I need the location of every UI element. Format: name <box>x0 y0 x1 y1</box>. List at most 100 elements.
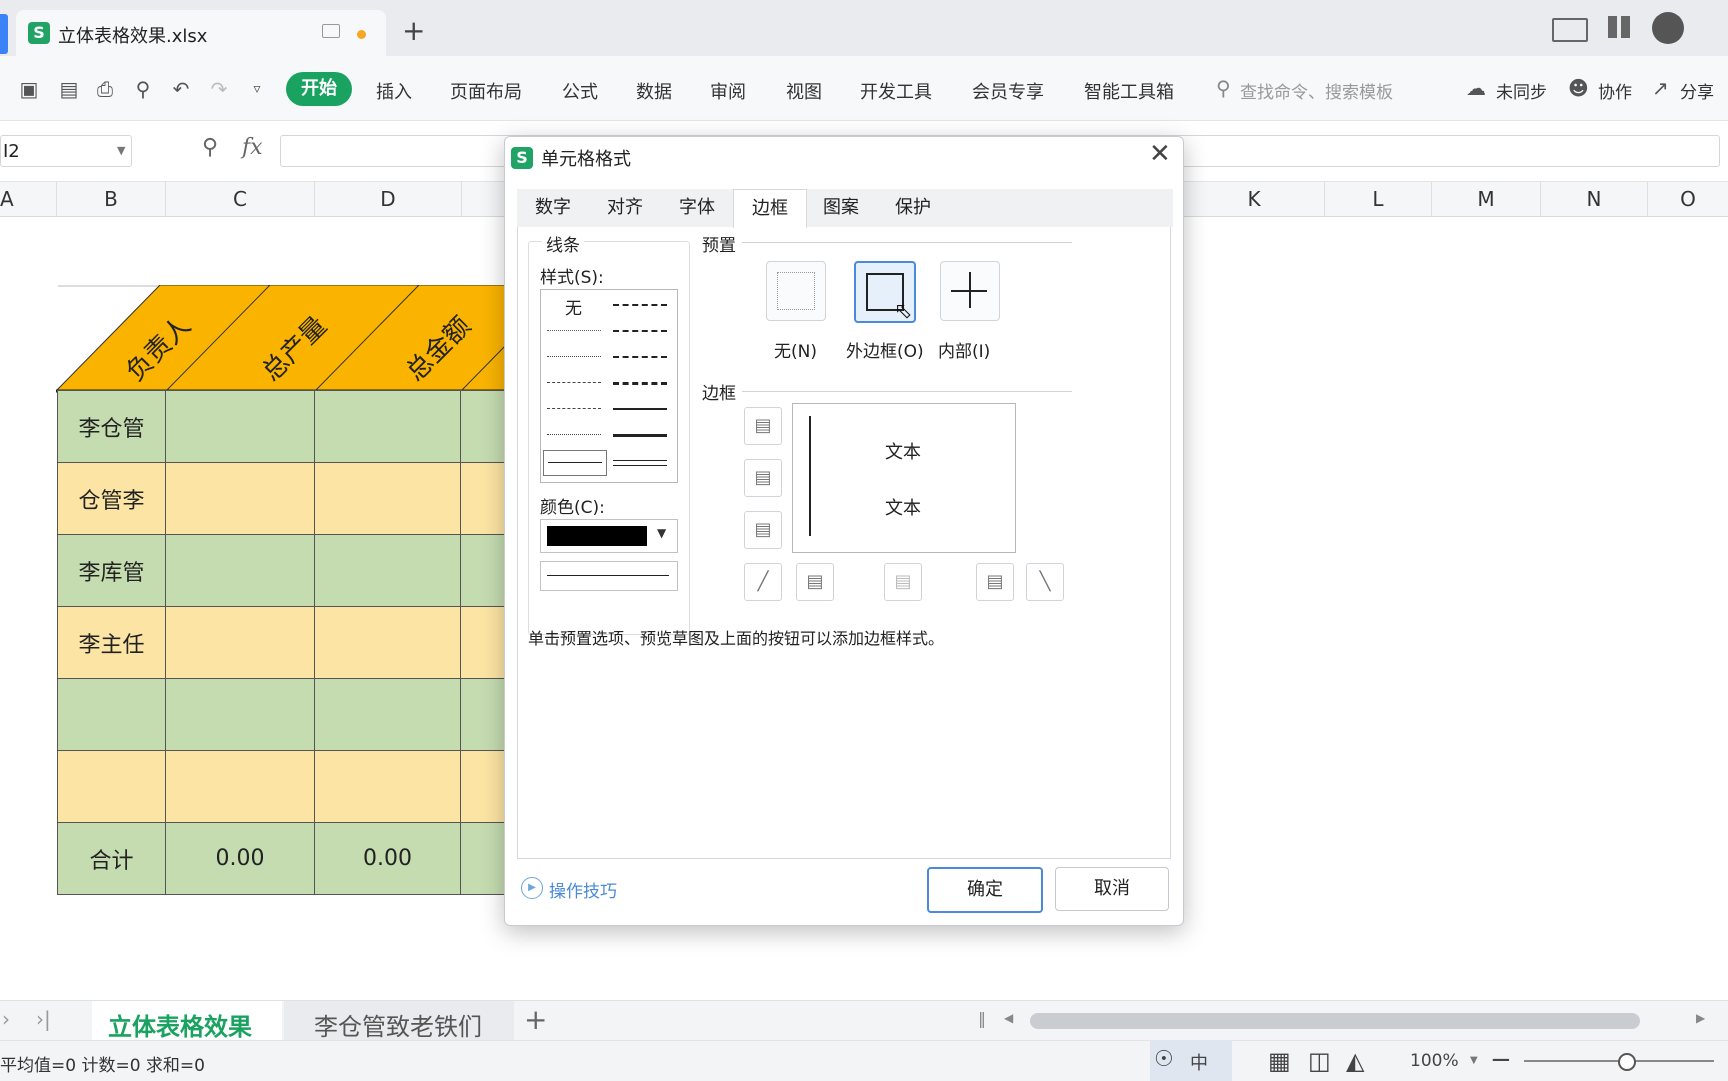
ok-button[interactable]: 确定 <box>927 867 1043 913</box>
menu-formula[interactable]: 公式 <box>562 78 598 104</box>
export-icon[interactable]: ▤ <box>56 76 82 102</box>
menu-page-layout[interactable]: 页面布局 <box>450 78 522 104</box>
table-row-label[interactable] <box>57 750 166 823</box>
tab-number[interactable]: 数字 <box>517 189 589 227</box>
table-cell[interactable] <box>165 390 315 463</box>
line-style-list[interactable]: 无 <box>540 289 678 483</box>
border-diagonal-up-button[interactable]: ╱ <box>744 563 782 601</box>
line-style-option[interactable] <box>547 434 601 435</box>
line-style-option[interactable] <box>613 434 667 437</box>
line-style-option[interactable] <box>613 304 667 306</box>
table-cell[interactable] <box>314 462 461 535</box>
table-cell[interactable] <box>165 534 315 607</box>
add-sheet-button[interactable]: + <box>524 1003 547 1036</box>
menu-start[interactable]: 开始 <box>286 72 352 106</box>
table-cell[interactable] <box>165 750 315 823</box>
share-button[interactable]: 分享 <box>1680 78 1714 103</box>
avatar[interactable] <box>1652 12 1684 44</box>
line-style-option[interactable] <box>613 382 667 385</box>
tab-border[interactable]: 边框 <box>733 189 807 228</box>
line-style-option[interactable] <box>613 330 667 332</box>
zoom-out-button[interactable]: − <box>1490 1045 1512 1075</box>
table-cell[interactable] <box>165 462 315 535</box>
border-right-button[interactable]: ▤ <box>976 563 1014 601</box>
save-icon[interactable]: ▣ <box>16 76 42 102</box>
menu-view[interactable]: 视图 <box>786 78 822 104</box>
preset-none-button[interactable] <box>766 261 826 321</box>
command-search-input[interactable]: 查找命令、搜索模板 <box>1240 78 1393 103</box>
play-icon[interactable]: ▶ <box>521 877 543 899</box>
tips-link[interactable]: 操作技巧 <box>549 877 617 902</box>
input-lang[interactable]: 中 <box>1190 1049 1208 1075</box>
table-cell[interactable] <box>460 390 508 463</box>
new-tab-button[interactable]: + <box>402 14 425 47</box>
line-style-option[interactable] <box>613 408 667 410</box>
tab-protection[interactable]: 保护 <box>877 189 949 227</box>
horizontal-scrollbar[interactable] <box>1030 1013 1640 1029</box>
border-preview[interactable]: 文本 文本 <box>792 403 1016 553</box>
line-style-option[interactable] <box>547 356 601 357</box>
column-header-a[interactable]: A <box>0 182 57 216</box>
table-row-label[interactable]: 李库管 <box>57 534 166 607</box>
zoom-formula-icon[interactable]: ⚲ <box>202 135 218 160</box>
menu-smart-toolbox[interactable]: 智能工具箱 <box>1084 78 1174 104</box>
sheet-tab-active[interactable]: 立体表格效果 <box>92 1001 282 1041</box>
apps-grid-icon[interactable] <box>1608 16 1630 38</box>
print-icon[interactable]: ⎙ <box>92 76 118 102</box>
border-top-button[interactable]: ▤ <box>744 407 782 445</box>
menu-review[interactable]: 审阅 <box>710 78 746 104</box>
line-style-option[interactable] <box>547 408 601 409</box>
table-cell[interactable] <box>165 678 315 751</box>
column-header-n[interactable]: N <box>1541 182 1648 216</box>
preset-inside-button[interactable] <box>940 261 1000 321</box>
column-header-o[interactable]: O <box>1648 182 1728 216</box>
sync-status-button[interactable]: 未同步 <box>1496 78 1547 103</box>
scroll-right-icon[interactable]: ▶ <box>1696 1011 1705 1025</box>
table-cell[interactable] <box>460 462 508 535</box>
total-label[interactable]: 合计 <box>57 822 166 895</box>
eye-protect-toggle[interactable]: ☉ 中 <box>1150 1041 1232 1081</box>
close-icon[interactable]: ✕ <box>1149 139 1171 169</box>
table-cell[interactable] <box>460 606 508 679</box>
tab-alignment[interactable]: 对齐 <box>589 189 661 227</box>
table-cell[interactable] <box>460 534 508 607</box>
line-style-option[interactable] <box>547 330 601 331</box>
line-style-none[interactable]: 无 <box>565 294 582 319</box>
monitor-icon[interactable] <box>322 24 340 38</box>
zoom-slider-thumb[interactable] <box>1618 1053 1636 1071</box>
layout-icon[interactable] <box>1552 18 1588 42</box>
column-header-c[interactable]: C <box>166 182 315 216</box>
line-style-selected[interactable] <box>543 450 607 476</box>
name-box[interactable]: I2 ▼ <box>0 135 132 167</box>
redo-icon[interactable]: ↷ <box>206 76 232 102</box>
table-cell[interactable] <box>314 678 461 751</box>
fx-icon[interactable]: fx <box>242 135 263 160</box>
sheet-tab[interactable]: 李仓管致老铁们 <box>284 1001 514 1041</box>
table-cell[interactable] <box>165 606 315 679</box>
total-amount-value[interactable]: 0.00 <box>314 822 461 895</box>
table-row-label[interactable]: 李仓管 <box>57 390 166 463</box>
table-row-label[interactable] <box>57 678 166 751</box>
menu-data[interactable]: 数据 <box>636 78 672 104</box>
menu-member[interactable]: 会员专享 <box>972 78 1044 104</box>
page-layout-view-icon[interactable]: ◫ <box>1308 1047 1331 1075</box>
table-row-label[interactable]: 李主任 <box>57 606 166 679</box>
line-style-option[interactable] <box>547 382 601 383</box>
tab-pattern[interactable]: 图案 <box>805 189 877 227</box>
cancel-button[interactable]: 取消 <box>1055 867 1169 911</box>
zoom-level[interactable]: 100% <box>1410 1051 1459 1071</box>
page-break-view-icon[interactable]: ◭ <box>1346 1047 1364 1075</box>
table-row-label[interactable]: 仓管李 <box>57 462 166 535</box>
menu-developer[interactable]: 开发工具 <box>860 78 932 104</box>
table-cell[interactable] <box>314 390 461 463</box>
undo-icon[interactable]: ↶ <box>168 76 194 102</box>
scroll-splitter-icon[interactable]: ‖ <box>978 1009 986 1028</box>
table-cell[interactable] <box>314 750 461 823</box>
scroll-left-icon[interactable]: ◀ <box>1004 1011 1013 1025</box>
border-middle-button[interactable]: ▤ <box>744 459 782 497</box>
column-header-d[interactable]: D <box>315 182 462 216</box>
border-diagonal-down-button[interactable]: ╲ <box>1026 563 1064 601</box>
prev-sheet-icon[interactable]: › <box>2 1007 10 1031</box>
chevron-down-icon[interactable]: ▼ <box>1470 1055 1478 1066</box>
tab-font[interactable]: 字体 <box>661 189 733 227</box>
